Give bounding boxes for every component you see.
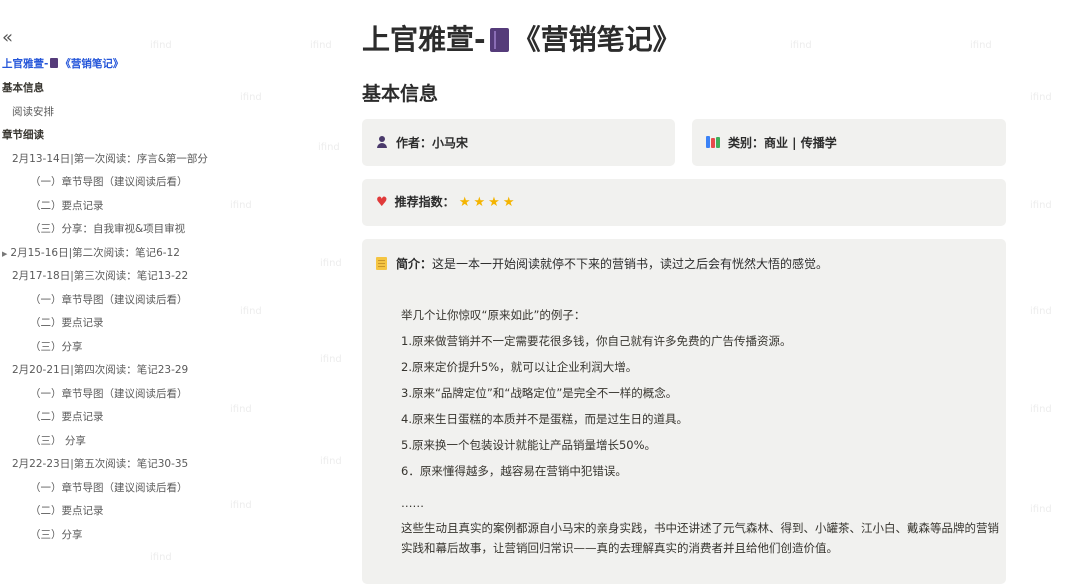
- page-title: 上官雅萱- 《营销笔记》: [362, 22, 681, 58]
- toc-item[interactable]: 2月17-18日|第三次阅读：笔记13-22: [12, 269, 188, 283]
- examples-heading: 举几个让你惊叹“原来如此”的例子：: [401, 308, 586, 322]
- toc-item-label: 2月15-16日|第二次阅读：笔记6-12: [10, 246, 180, 259]
- example-item: 6．原来懂得越多，越容易在营销中犯错误。: [401, 464, 627, 478]
- star-icon: ★: [502, 195, 515, 210]
- closing-paragraph: 这些生动且真实的案例都源自小马宋的亲身实践，书中还讲述了元气森林、得到、小罐茶、…: [401, 521, 999, 555]
- rating-card: ♥ 推荐指数： ★ ★ ★ ★: [362, 179, 1006, 226]
- intro-line: 简介：这是一本一开始阅读就停不下来的营销书，读过之后会有恍然大悟的感觉。: [376, 256, 828, 272]
- toc-item-label: （三）分享: [30, 340, 83, 353]
- book-icon: [50, 58, 59, 68]
- category-line: 类别：商业 | 传播学: [706, 135, 837, 151]
- toc-item[interactable]: 2月22-23日|第五次阅读：笔记30-35: [12, 457, 188, 471]
- star-icon: ★: [473, 195, 486, 210]
- toc-item[interactable]: （二）要点记录: [30, 199, 104, 213]
- watermark-text: ifind: [790, 40, 812, 51]
- toc-item[interactable]: 阅读安排: [12, 105, 54, 119]
- toc-item[interactable]: ▶ 2月15-16日|第二次阅读：笔记6-12: [2, 246, 180, 261]
- watermark-text: ifind: [1030, 200, 1052, 211]
- toc-item[interactable]: （三）分享: [30, 340, 83, 354]
- watermark-text: ifind: [1030, 504, 1052, 515]
- watermark-text: ifind: [310, 40, 332, 51]
- toc-item[interactable]: （二）要点记录: [30, 316, 104, 330]
- toc-item-label: （一）章节导图（建议阅读后看）: [30, 176, 188, 188]
- category-text: 类别：商业 | 传播学: [728, 136, 837, 150]
- section-heading: 基本信息: [362, 83, 439, 105]
- star-icon: ★: [488, 195, 500, 210]
- star-icon: ★: [458, 195, 471, 210]
- expand-triangle-icon[interactable]: ▶: [2, 250, 7, 258]
- toc-item-label: 基本信息: [2, 82, 44, 94]
- watermark-text: ifind: [970, 40, 992, 51]
- watermark-text: ifind: [318, 142, 340, 153]
- watermark-text: ifind: [1030, 92, 1052, 103]
- heart-icon: ♥: [376, 195, 388, 210]
- toc-item-label: （三） 分享: [30, 434, 86, 447]
- category-card: 类别：商业 | 传播学: [692, 119, 1006, 166]
- toc-item[interactable]: 2月20-21日|第四次阅读：笔记23-29: [12, 363, 188, 377]
- toc-item-label: （一）章节导图（建议阅读后看）: [30, 481, 188, 494]
- toc-item-label: （二）要点记录: [30, 505, 104, 517]
- rating-label: 推荐指数：: [394, 195, 455, 209]
- rating-stars: ★ ★ ★ ★: [458, 195, 518, 210]
- toc-item-label: （一）章节导图（建议阅读后看）: [30, 293, 188, 306]
- toc-item-label: 章节细读: [2, 129, 44, 141]
- toc-item[interactable]: （三）分享: [30, 528, 83, 542]
- toc-item-label: （三）分享：自我审视&项目审视: [30, 223, 186, 235]
- watermark-text: ifind: [1030, 306, 1052, 317]
- toc-item[interactable]: （一）章节导图（建议阅读后看）: [30, 387, 188, 401]
- example-item: 4.原来生日蛋糕的本质并不是蛋糕，而是过生日的道具。: [401, 412, 688, 426]
- toc-item[interactable]: （三）分享：自我审视&项目审视: [30, 222, 185, 236]
- watermark-text: ifind: [320, 354, 342, 365]
- page-title-prefix: 上官雅萱-: [362, 23, 486, 56]
- watermark-text: ifind: [320, 456, 342, 467]
- toc-title-link[interactable]: 上官雅萱- 《营销笔记》: [2, 57, 123, 71]
- toc-item[interactable]: 2月13-14日|第一次阅读：序言&第一部分: [12, 152, 208, 166]
- memo-icon: [376, 257, 387, 270]
- ellipsis: ……: [401, 496, 424, 510]
- example-item: 2.原来定价提升5%，就可以让企业利润大增。: [401, 360, 638, 374]
- toc-item[interactable]: 章节细读: [2, 128, 44, 142]
- book-icon: [489, 28, 509, 52]
- author-line: 作者：小马宋: [376, 135, 468, 151]
- author-card: 作者：小马宋: [362, 119, 675, 166]
- example-item: 1.原来做营销并不一定需要花很多钱，你自己就有许多免费的广告传播资源。: [401, 334, 792, 348]
- intro-card: 简介：这是一本一开始阅读就停不下来的营销书，读过之后会有恍然大悟的感觉。 举几个…: [362, 239, 1006, 584]
- toc-item-label: （二）要点记录: [30, 199, 104, 212]
- page-title-suffix: 《营销笔记》: [512, 23, 681, 56]
- books-icon: [706, 136, 720, 148]
- toc-item[interactable]: （二）要点记录: [30, 504, 104, 518]
- toc-item-label: 2月20-21日|第四次阅读：笔记23-29: [12, 364, 189, 376]
- toc-item-label: （二）要点记录: [30, 411, 104, 423]
- toc-item[interactable]: （一）章节导图（建议阅读后看）: [30, 481, 188, 495]
- toc-item[interactable]: （一）章节导图（建议阅读后看）: [30, 293, 188, 307]
- author-text: 作者：小马宋: [396, 136, 469, 150]
- toc-item[interactable]: 基本信息: [2, 81, 44, 95]
- watermark-text: ifind: [1030, 404, 1052, 415]
- toc-item[interactable]: （二）要点记录: [30, 410, 104, 424]
- toc-item-label: （一）章节导图（建议阅读后看）: [30, 387, 188, 400]
- toc-item-label: （三）分享: [30, 528, 83, 541]
- intro-text: 这是一本一开始阅读就停不下来的营销书，读过之后会有恍然大悟的感觉。: [432, 257, 829, 271]
- toc-item-label: 2月13-14日|第一次阅读：序言&第一部分: [12, 152, 208, 165]
- sidebar-toc: « 上官雅萱- 《营销笔记》 基本信息阅读安排章节细读 2月13-14日|第一次阅读…: [0, 0, 300, 576]
- intro-label: 简介：: [396, 257, 433, 271]
- rating-line: ♥ 推荐指数： ★ ★ ★ ★: [376, 194, 517, 211]
- toc-title-prefix: 上官雅萱-: [2, 58, 49, 70]
- toc-item-label: 2月22-23日|第五次阅读：笔记30-35: [12, 458, 189, 470]
- example-item: 5.原来换一个包装设计就能让产品销量增长50%。: [401, 438, 657, 452]
- watermark-text: ifind: [320, 258, 342, 269]
- collapse-sidebar-icon[interactable]: «: [2, 28, 13, 48]
- example-item: 3.原来“品牌定位”和“战略定位”是完全不一样的概念。: [401, 386, 678, 400]
- toc-item[interactable]: （一）章节导图（建议阅读后看）: [30, 175, 188, 189]
- toc-item-label: 2月17-18日|第三次阅读：笔记13-22: [12, 270, 189, 282]
- toc-item-label: （二）要点记录: [30, 317, 104, 329]
- toc-item-label: 阅读安排: [12, 105, 54, 118]
- toc-title-suffix: 《营销笔记》: [60, 58, 124, 70]
- toc-item[interactable]: （三） 分享: [30, 434, 86, 448]
- person-icon: [376, 136, 388, 148]
